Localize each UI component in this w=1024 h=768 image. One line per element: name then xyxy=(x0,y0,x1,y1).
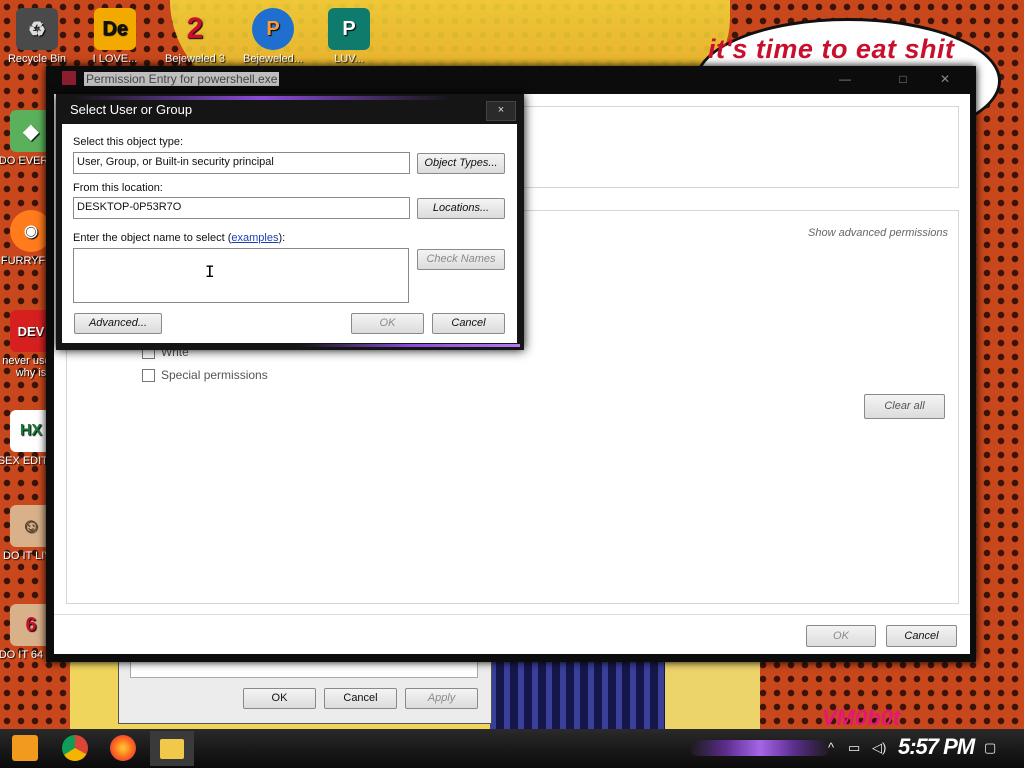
object-types-button[interactable]: Object Types... xyxy=(417,153,505,174)
show-advanced-permissions-link[interactable]: Show advanced permissions xyxy=(808,227,948,239)
file-explorer-icon[interactable] xyxy=(160,739,184,759)
desktop-icon-label: LUV... xyxy=(334,53,364,65)
tray-overflow-icon[interactable]: ^ xyxy=(828,740,834,755)
main-cancel-button[interactable]: Cancel xyxy=(886,625,957,647)
permission-special-row[interactable]: Special permissions xyxy=(142,368,268,382)
speech-bubble-text: it's time to eat shit xyxy=(708,34,955,64)
dialog-close-button[interactable]: × xyxy=(486,101,516,121)
dialog-ok-button[interactable]: OK xyxy=(351,313,424,334)
check-names-button[interactable]: Check Names xyxy=(417,249,505,270)
desktop-icon-label: I LOVE... xyxy=(92,53,138,65)
desktop-icon-label: Bejeweled... xyxy=(243,53,303,65)
desktop-icon-label: Bejeweled 3 xyxy=(165,53,225,65)
checkbox-icon[interactable] xyxy=(142,368,155,382)
desktop-icon-publisher[interactable]: P LUV... xyxy=(314,8,384,65)
object-name-input[interactable] xyxy=(73,248,409,303)
bejeweled-p-icon: P xyxy=(252,8,294,50)
properties-field xyxy=(130,660,478,678)
taskbar-accent xyxy=(690,740,830,756)
location-field[interactable]: DESKTOP-0P53R7O xyxy=(73,197,410,219)
wallpaper-corner-text: VM0b0t xyxy=(822,705,901,730)
main-ok-button[interactable]: OK xyxy=(806,625,876,647)
wallpaper-city xyxy=(490,662,665,730)
taskbar-clock[interactable]: 5:57 PM xyxy=(898,734,975,760)
permission-label: Special permissions xyxy=(161,368,268,382)
recycle-bin-icon: ♻ xyxy=(16,8,58,50)
examples-link[interactable]: examples xyxy=(231,232,278,244)
object-type-label: Select this object type: xyxy=(73,136,184,148)
dialog-title: Select User or Group xyxy=(70,102,193,117)
properties-cancel-button[interactable]: Cancel xyxy=(324,688,397,709)
dialog-cancel-button[interactable]: Cancel xyxy=(432,313,505,334)
object-name-label: Enter the object name to select (example… xyxy=(73,232,285,244)
location-label: From this location: xyxy=(73,182,163,194)
properties-apply-button[interactable]: Apply xyxy=(405,688,478,709)
firefox-taskbar-icon[interactable] xyxy=(110,735,136,761)
desktop-icon-recycle-bin[interactable]: ♻ Recycle Bin xyxy=(2,8,72,65)
minimize-icon[interactable]: — xyxy=(830,70,860,88)
desktop-icon-bejeweled-p[interactable]: P Bejeweled... xyxy=(238,8,308,65)
dialog-glow-bottom xyxy=(300,344,520,347)
desktop-icon-label: Recycle Bin xyxy=(7,53,67,65)
text-cursor-icon: I xyxy=(205,262,215,281)
desktop-icon-de[interactable]: De I LOVE... xyxy=(80,8,150,65)
object-type-field[interactable]: User, Group, or Built-in security princi… xyxy=(73,152,410,174)
close-icon[interactable]: ✕ xyxy=(930,70,960,88)
bejeweled-icon: 2 xyxy=(186,12,204,45)
dialog-glow xyxy=(72,96,452,100)
advanced-button[interactable]: Advanced... xyxy=(74,313,162,334)
chrome-icon[interactable] xyxy=(62,735,88,761)
network-icon[interactable]: ▭ xyxy=(848,740,860,756)
publisher-icon: P xyxy=(328,8,370,50)
maximize-icon[interactable]: □ xyxy=(888,70,918,88)
notification-icon[interactable]: ▢ xyxy=(984,740,996,756)
locations-button[interactable]: Locations... xyxy=(417,198,505,219)
object-name-label-text: Enter the object name to select ( xyxy=(73,232,232,244)
properties-ok-button[interactable]: OK xyxy=(243,688,316,709)
desktop-icon-bejeweled[interactable]: 2 Bejeweled 3 xyxy=(160,8,230,65)
de-app-icon: De xyxy=(94,8,136,50)
object-name-label-end: ): xyxy=(278,232,286,244)
volume-icon[interactable]: ◁) xyxy=(872,740,886,756)
window-title: Permission Entry for powershell.exe xyxy=(84,72,280,86)
clear-all-button[interactable]: Clear all xyxy=(864,394,945,419)
footer-separator xyxy=(54,614,970,615)
window-app-icon xyxy=(62,71,76,85)
start-icon[interactable] xyxy=(12,735,38,761)
